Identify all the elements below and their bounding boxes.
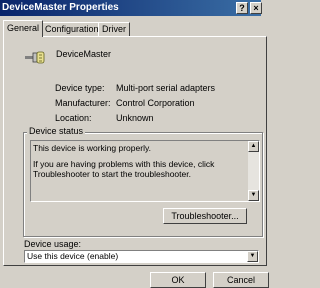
device-usage-value: Use this device (enable) xyxy=(27,251,119,261)
location-value: Unknown xyxy=(116,113,154,123)
window-title: DeviceMaster Properties xyxy=(2,2,119,13)
device-usage-label: Device usage: xyxy=(24,239,82,249)
ok-button[interactable]: OK xyxy=(150,272,206,288)
cancel-button[interactable]: Cancel xyxy=(213,272,269,288)
title-bar: DeviceMaster Properties ? × xyxy=(0,0,262,16)
manufacturer-label: Manufacturer: xyxy=(55,98,111,108)
serial-port-icon xyxy=(24,50,46,66)
device-type-value: Multi-port serial adapters xyxy=(116,83,216,93)
status-line-1: This device is working properly. xyxy=(33,143,151,153)
device-type-label: Device type: xyxy=(55,83,105,93)
status-line-2: If you are having problems with this dev… xyxy=(33,159,215,179)
help-button[interactable]: ? xyxy=(236,2,248,14)
device-status-legend: Device status xyxy=(27,126,86,136)
close-button[interactable]: × xyxy=(250,2,262,14)
manufacturer-value: Control Corporation xyxy=(116,98,195,108)
troubleshooter-button[interactable]: Troubleshooter... xyxy=(163,208,247,224)
tab-driver[interactable]: Driver xyxy=(98,22,130,36)
status-scrollbar[interactable]: ▲ ▼ xyxy=(248,141,259,201)
status-text-box: This device is working properly. If you … xyxy=(30,140,260,202)
device-name: DeviceMaster xyxy=(56,49,112,59)
location-label: Location: xyxy=(55,113,92,123)
tab-configuration[interactable]: Configuration xyxy=(41,22,103,36)
scroll-down-icon[interactable]: ▼ xyxy=(248,190,259,201)
chevron-down-icon[interactable]: ▼ xyxy=(247,251,258,262)
scroll-up-icon[interactable]: ▲ xyxy=(248,141,259,152)
tab-general[interactable]: General xyxy=(3,20,44,37)
device-usage-select[interactable]: Use this device (enable) ▼ xyxy=(24,250,259,263)
